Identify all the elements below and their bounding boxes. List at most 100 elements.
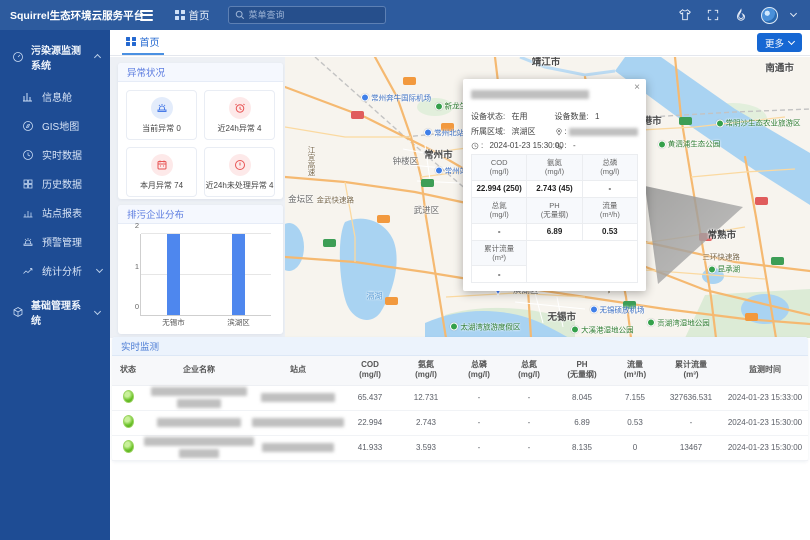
ph-value: 8.045 — [554, 385, 610, 410]
chevron-down-icon[interactable] — [790, 10, 797, 17]
column-header: 总氮(mg/l) — [504, 356, 554, 385]
nh3n-value: 3.593 — [398, 435, 454, 460]
home-grid-icon — [175, 10, 185, 20]
sidebar-item-6[interactable]: 预警管理 — [0, 227, 110, 256]
table-row[interactable]: 22.9942.743--6.890.53-2024-01-23 15:30:0… — [112, 410, 808, 435]
sidebar-section-base-management[interactable]: 基础管理系统 — [0, 285, 110, 337]
y-tick: 2 — [129, 221, 139, 230]
metric-header: 总氮(mg/l) — [472, 197, 527, 223]
user-avatar[interactable] — [761, 7, 778, 24]
stat-label: 近24h异常 4 — [217, 123, 261, 134]
sidebar-item-2[interactable]: GIS地图 — [0, 111, 110, 140]
cod-value: 65.437 — [342, 385, 398, 410]
sidebar-item-1[interactable]: 信息舱 — [0, 82, 110, 111]
bar-chart: 012无锡市滨湖区 — [126, 228, 275, 332]
region-label: 所属区域: — [471, 126, 505, 137]
region-value: 滨湖区 — [511, 126, 535, 137]
chevron-down-icon — [96, 266, 103, 273]
fullscreen-icon[interactable] — [705, 8, 720, 23]
close-icon[interactable]: × — [634, 83, 640, 93]
column-header: 总磷(mg/l) — [454, 356, 504, 385]
gauge-icon — [12, 51, 24, 63]
tn-value: - — [504, 410, 554, 435]
tab-home[interactable]: 首页 — [122, 30, 164, 55]
column-header: 氨氮(mg/l) — [398, 356, 454, 385]
table-row[interactable]: 65.43712.731--8.0457.155327636.5312024-0… — [112, 385, 808, 410]
search-input[interactable] — [249, 10, 379, 20]
nh3n-value: 12.731 — [398, 385, 454, 410]
tp-value: - — [454, 385, 504, 410]
siren-icon — [151, 97, 173, 119]
flame-icon[interactable] — [733, 8, 748, 23]
monitor-time: 2024-01-23 15:30:00 — [722, 435, 808, 460]
redacted-address — [569, 128, 638, 136]
abnormal-status-panel: 异常状况 当前异常 0近24h异常 4本月异常 74近24h未处理异常 4 — [118, 63, 283, 199]
realtime-table: 状态企业名称站点COD(mg/l)氨氮(mg/l)总磷(mg/l)总氮(mg/l… — [112, 356, 808, 461]
sidebar-item-3[interactable]: 实时数据 — [0, 140, 110, 169]
metric-value: 22.994 (250) — [472, 180, 527, 197]
flow-value: 7.155 — [610, 385, 660, 410]
breadcrumb[interactable]: 首页 — [175, 8, 210, 23]
panel-title: 异常状况 — [118, 63, 283, 82]
metric-value: - — [472, 223, 527, 240]
panel-title: 排污企业分布 — [118, 205, 283, 224]
metric-value: - — [582, 180, 637, 197]
monitor-time: 2024-01-23 15:33:00 — [722, 385, 808, 410]
status-indicator — [123, 440, 134, 453]
monitor-time: 2024-01-23 15:30:00 — [722, 410, 808, 435]
enterprise-distribution-panel: 排污企业分布 012无锡市滨湖区 — [118, 205, 283, 334]
device-status-value: 在用 — [511, 111, 527, 122]
menu-item-icon — [22, 120, 34, 132]
hamburger-menu-icon[interactable] — [140, 10, 153, 21]
stat-card: 当前异常 0 — [126, 90, 197, 140]
device-count-label: 设备数量: — [555, 111, 589, 122]
ph-value: 8.135 — [554, 435, 610, 460]
search-icon — [235, 10, 245, 20]
cum-flow-value: 13467 — [660, 435, 722, 460]
theme-skin-icon[interactable] — [677, 8, 692, 23]
cum-flow-value: 327636.531 — [660, 385, 722, 410]
redacted-company-name — [146, 437, 252, 458]
menu-item-icon — [22, 149, 34, 161]
metric-value: 6.89 — [527, 223, 582, 240]
metric-header: 总磷(mg/l) — [582, 155, 637, 181]
clock-alert-icon — [229, 97, 251, 119]
popup-metrics-table: COD(mg/l)氨氮(mg/l)总磷(mg/l)22.994 (250)2.7… — [471, 154, 638, 283]
x-tick: 滨湖区 — [227, 317, 250, 328]
metric-value: - — [472, 266, 527, 283]
sidebar-item-5[interactable]: 站点报表 — [0, 198, 110, 227]
sidebar: 污染源监测系统 信息舱GIS地图实时数据历史数据站点报表预警管理统计分析 基础管… — [0, 30, 110, 540]
metric-header: 流量(m³/h) — [582, 197, 637, 223]
phone-icon — [555, 142, 563, 150]
redacted-site-name — [256, 418, 340, 427]
menu-search[interactable] — [228, 6, 386, 24]
tn-value: - — [504, 435, 554, 460]
metric-header: 累计流量(m³) — [472, 240, 527, 266]
chevron-up-icon — [94, 53, 101, 60]
alert-circle-icon — [229, 154, 251, 176]
column-header: 状态 — [112, 356, 144, 385]
stat-label: 当前异常 0 — [142, 123, 181, 134]
location-pin-icon — [555, 128, 563, 136]
redacted-station-title — [471, 90, 589, 99]
flow-value: 0 — [610, 435, 660, 460]
cube-icon — [12, 306, 24, 318]
map-canvas[interactable]: 靖江市南通市常州奔牛国际机场新龙生态林常州北站常州市钟楼区常州站武进区金坛区金武… — [285, 57, 810, 338]
chevron-down-icon — [788, 37, 795, 44]
sidebar-item-7[interactable]: 统计分析 — [0, 256, 110, 285]
stat-label: 近24h未处理异常 4 — [205, 180, 273, 191]
dashboard-top-region: 异常状况 当前异常 0近24h异常 4本月异常 74近24h未处理异常 4 排污… — [110, 57, 810, 338]
sidebar-section-pollution-monitoring[interactable]: 污染源监测系统 — [0, 30, 110, 82]
ph-value: 6.89 — [554, 410, 610, 435]
column-header: 累计流量(m³) — [660, 356, 722, 385]
more-button[interactable]: 更多 — [757, 33, 802, 52]
popup-datetime: 2024-01-23 15:30:00 — [489, 141, 563, 150]
tp-value: - — [454, 410, 504, 435]
sidebar-item-4[interactable]: 历史数据 — [0, 169, 110, 198]
panel-title: 实时监测 — [112, 337, 808, 356]
app-logo: Squirrel生态环境云服务平台 — [0, 8, 110, 23]
cod-value: 41.933 — [342, 435, 398, 460]
x-tick: 无锡市 — [162, 317, 185, 328]
redacted-company-name — [146, 387, 252, 408]
table-row[interactable]: 41.9333.593--8.1350134672024-01-23 15:30… — [112, 435, 808, 460]
